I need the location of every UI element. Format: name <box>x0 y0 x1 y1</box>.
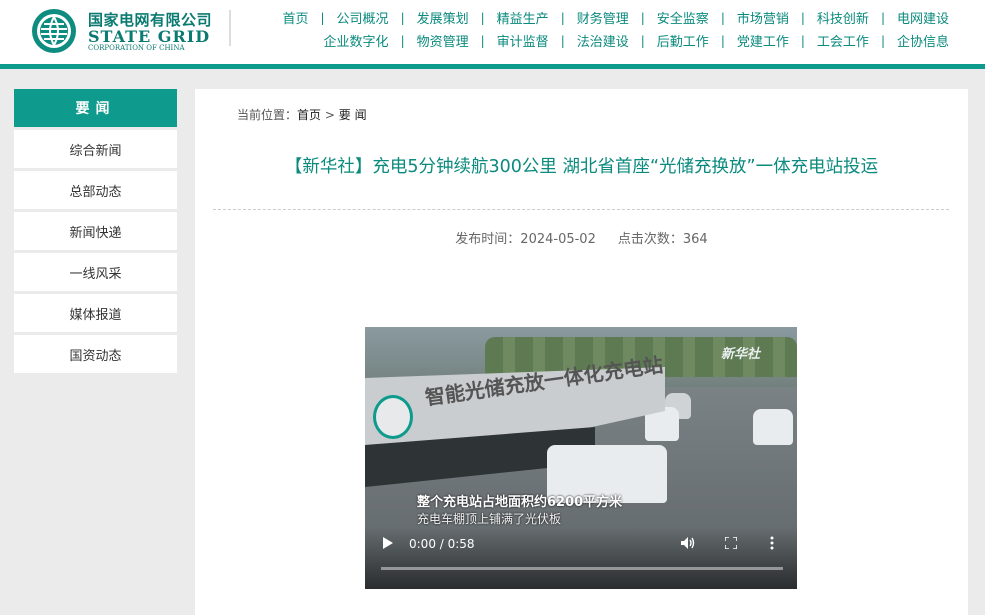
breadcrumb-prefix: 当前位置： <box>237 108 298 122</box>
sidebar: 要闻 综合新闻 总部动态 新闻快递 一线风采 媒体报道 国资动态 <box>14 89 177 373</box>
video-subtitle-line1: 整个充电站占地面积约6200平方米 <box>417 495 623 510</box>
state-grid-logo[interactable]: 国家电网有限公司 STATE GRID CORPORATION OF CHINA <box>30 5 230 55</box>
nav-separator: | <box>720 33 725 48</box>
nav-marketing[interactable]: 市场营销 <box>735 8 791 27</box>
nav-separator: | <box>880 33 885 48</box>
title-divider <box>213 209 949 210</box>
nav-grid-construction[interactable]: 电网建设 <box>895 8 951 27</box>
nav-enterprise-association[interactable]: 企协信息 <box>895 31 951 50</box>
nav-separator: | <box>320 10 325 25</box>
publish-date: 2024-05-02 <box>520 232 596 247</box>
nav-separator: | <box>560 33 565 48</box>
sidebar-item-frontline[interactable]: 一线风采 <box>14 253 177 291</box>
video-progress-bar[interactable] <box>381 567 783 570</box>
video-frame-logo-icon <box>373 395 413 439</box>
header-accent-bar <box>0 64 985 69</box>
sidebar-item-hq-news[interactable]: 总部动态 <box>14 171 177 209</box>
header-divider <box>229 10 231 46</box>
nav-separator: | <box>640 10 645 25</box>
sidebar-item-general-news[interactable]: 综合新闻 <box>14 130 177 168</box>
nav-development-planning[interactable]: 发展策划 <box>415 8 471 27</box>
nav-separator: | <box>560 10 565 25</box>
more-options-icon[interactable] <box>769 536 775 550</box>
video-watermark: 新华社 <box>721 347 761 362</box>
nav-home[interactable]: 首页 <box>280 8 310 27</box>
video-controls: 0:00 / 0:58 <box>365 527 797 589</box>
nav-separator: | <box>400 10 405 25</box>
nav-innovation[interactable]: 科技创新 <box>815 8 871 27</box>
nav-separator: | <box>480 33 485 48</box>
nav-party-building[interactable]: 党建工作 <box>735 31 791 50</box>
video-time: 0:00 / 0:58 <box>409 537 475 551</box>
video-player[interactable]: 智能光储充放一体化充电站 新华社 整个充电站占地面积约6200平方米 充电车棚顶… <box>365 327 797 589</box>
nav-digitalization[interactable]: 企业数字化 <box>322 31 391 50</box>
sidebar-item-sasac-news[interactable]: 国资动态 <box>14 335 177 373</box>
nav-row-secondary: 企业数字化 | 物资管理 | 审计监督 | 法治建设 | 后勤工作 | 党建工作 | 工会工… <box>322 31 951 51</box>
nav-separator: | <box>640 33 645 48</box>
sidebar-title[interactable]: 要闻 <box>14 89 177 127</box>
click-count: 364 <box>682 232 708 247</box>
video-subtitle-line2: 充电车棚顶上铺满了光伏板 <box>417 512 562 526</box>
nav-separator: | <box>720 10 725 25</box>
breadcrumb: 当前位置：首页 > 要 闻 <box>237 106 367 123</box>
sidebar-item-news-express[interactable]: 新闻快递 <box>14 212 177 250</box>
fullscreen-icon[interactable] <box>725 537 737 549</box>
volume-icon[interactable] <box>681 537 695 549</box>
clicks-label: 点击次数： <box>617 232 683 247</box>
breadcrumb-current[interactable]: 要 闻 <box>339 108 367 122</box>
sidebar-item-media-reports[interactable]: 媒体报道 <box>14 294 177 332</box>
nav-materials[interactable]: 物资管理 <box>415 31 471 50</box>
breadcrumb-home-link[interactable]: 首页 <box>297 108 321 122</box>
nav-separator: | <box>800 33 805 48</box>
site-header: 国家电网有限公司 STATE GRID CORPORATION OF CHINA… <box>0 0 985 64</box>
article-meta: 发布时间：2024-05-02 点击次数：364 <box>195 228 968 247</box>
breadcrumb-arrow: > <box>324 108 335 122</box>
logo-english-subtitle: CORPORATION OF CHINA <box>88 44 185 52</box>
publish-label: 发布时间： <box>455 232 521 247</box>
nav-finance[interactable]: 财务管理 <box>575 8 631 27</box>
article-panel: 当前位置：首页 > 要 闻 【新华社】充电5分钟续航300公里 湖北省首座“光储… <box>195 89 968 615</box>
nav-audit[interactable]: 审计监督 <box>495 31 551 50</box>
nav-separator: | <box>800 10 805 25</box>
play-icon[interactable] <box>383 537 393 549</box>
video-frame-car <box>753 409 793 445</box>
nav-row-primary: 首页 | 公司概况 | 发展策划 | 精益生产 | 财务管理 | 安全监察 | 市场营销 | … <box>280 8 951 28</box>
nav-safety[interactable]: 安全监察 <box>655 8 711 27</box>
state-grid-globe-icon <box>32 9 76 53</box>
nav-logistics[interactable]: 后勤工作 <box>655 31 711 50</box>
nav-lean-production[interactable]: 精益生产 <box>495 8 551 27</box>
nav-separator: | <box>480 10 485 25</box>
nav-separator: | <box>880 10 885 25</box>
article-title: 【新华社】充电5分钟续航300公里 湖北省首座“光储充换放”一体充电站投运 <box>284 157 879 177</box>
nav-separator: | <box>400 33 405 48</box>
nav-company-overview[interactable]: 公司概况 <box>335 8 391 27</box>
nav-union[interactable]: 工会工作 <box>815 31 871 50</box>
nav-legal[interactable]: 法治建设 <box>575 31 631 50</box>
